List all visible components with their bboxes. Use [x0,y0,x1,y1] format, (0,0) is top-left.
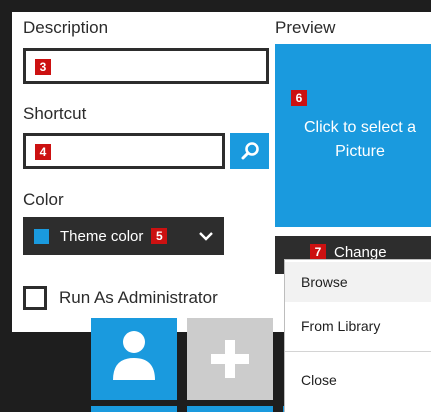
menu-separator [285,351,431,352]
user-icon [113,331,155,380]
search-icon [241,142,259,160]
menu-item-close[interactable]: Close [285,360,431,400]
run-as-admin-label: Run As Administrator [59,288,218,307]
shortcut-input[interactable]: 4 [23,133,225,169]
menu-item-browse[interactable]: Browse [285,262,431,302]
menu-item-from-library[interactable]: From Library [285,305,431,347]
color-selected-value: Theme color [60,227,144,245]
description-badge: 3 [35,59,51,75]
color-select[interactable]: Theme color 5 [23,217,224,255]
plus-icon [211,340,249,378]
tile-strip [91,406,177,412]
shortcut-search-button[interactable] [230,133,269,169]
preview-picture-area[interactable]: 6 Click to select a Picture [275,44,431,227]
run-as-admin-row[interactable]: Run As Administrator [23,286,218,310]
preview-badge: 6 [291,90,307,106]
preview-text: Click to select a Picture [303,119,417,160]
run-as-admin-checkbox[interactable] [23,286,47,310]
color-swatch [34,228,49,244]
chevron-down-icon [199,232,213,241]
shortcut-badge: 4 [35,144,51,160]
description-label: Description [23,18,109,37]
color-badge: 5 [151,228,168,244]
change-dropdown-menu: Browse From Library Close [284,259,431,412]
description-input[interactable]: 3 [23,48,269,84]
preview-label: Preview [275,18,336,37]
user-tile[interactable] [91,318,177,400]
shortcut-label: Shortcut [23,104,87,123]
color-label: Color [23,190,64,209]
change-badge: 7 [310,244,326,260]
tile-strip [187,406,273,412]
add-tile[interactable] [187,318,273,400]
